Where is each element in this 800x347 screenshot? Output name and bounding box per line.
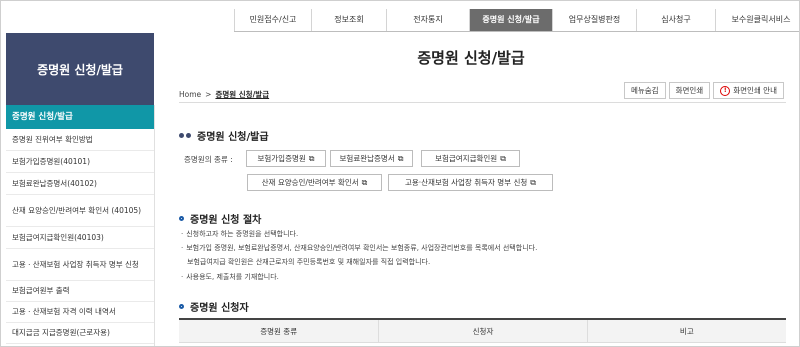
sidebar-item-benefit-ledger[interactable]: 보험급여원부 출력 — [6, 281, 154, 302]
breadcrumb-home[interactable]: Home — [179, 90, 201, 99]
cert-type-label: 증명원의 종류 : — [184, 155, 233, 164]
external-link-icon: ⧉ — [361, 177, 368, 187]
sidebar-item-medical-approval[interactable]: 산재 요양승인/반려여부 확인서 (40105) — [6, 195, 154, 227]
procedure-step: · 신청하고자 하는 증명원을 선택합니다. — [181, 230, 299, 238]
column-header-applicant: 신청자 — [379, 320, 588, 342]
alert-icon: ! — [720, 85, 731, 96]
print-button[interactable]: 화면인쇄 — [668, 82, 711, 99]
section-procedure-label: 증명원 신청 절차 — [190, 215, 262, 226]
cert-benefit-payment-label: 보험급여지급확인원 — [435, 154, 498, 163]
cert-benefit-payment-button[interactable]: 보험급여지급확인원 ⧉ — [421, 150, 520, 167]
top-nav: 민원접수/신고 정보조회 전자통지 증명원 신청/발급 업무상질병판정 심사청구… — [234, 9, 799, 31]
cert-acquirer-list-label: 고용·산재보험 사업장 취득자 명부 신청 — [404, 178, 528, 187]
sidebar-item-authenticity[interactable]: 증명원 진위여부 확인방법 — [6, 129, 154, 151]
bullet-ring-icon — [179, 304, 184, 309]
cert-insurance-join-button[interactable]: 보험가입증명원 ⧉ — [246, 150, 326, 167]
breadcrumb-current[interactable]: 증명원 신청/발급 — [215, 89, 269, 100]
sidebar-item-insurance-join[interactable]: 보험가입증명원(40101) — [6, 151, 154, 173]
section-applicant-label: 증명원 신청자 — [190, 303, 249, 314]
print-guide-button[interactable]: ! 화면인쇄 안내 — [713, 82, 784, 99]
tab-occupational-disease[interactable]: 업무상질병판정 — [552, 9, 636, 31]
procedure-step: · 사용용도, 제출처를 기재합니다. — [181, 273, 279, 281]
section-cert-apply-label: 증명원 신청/발급 — [197, 132, 269, 143]
external-link-icon: ⧉ — [500, 153, 506, 163]
external-link-icon: ⧉ — [530, 177, 537, 187]
tab-certificate[interactable]: 증명원 신청/발급 — [469, 9, 552, 31]
sidebar-item-premium-paid[interactable]: 보험료완납증명서(40102) — [6, 173, 154, 195]
print-label: 화면인쇄 — [675, 86, 704, 95]
sidebar-item-substitute-payment[interactable]: 대지급금 지급증명원(근로자용) — [6, 323, 154, 344]
external-link-icon: ⧉ — [308, 153, 315, 163]
tab-e-notice[interactable]: 전자통지 — [386, 9, 469, 31]
sidebar-item-cert-apply[interactable]: 증명원 신청/발급 — [6, 105, 154, 129]
bullet-dots-icon — [179, 133, 191, 138]
header-divider — [179, 102, 786, 103]
cert-premium-paid-label: 보험료완납증명서 — [339, 154, 395, 163]
sidebar-item-benefit-payment[interactable]: 보험급여지급확인원(40103) — [6, 227, 154, 249]
tab-review-request[interactable]: 심사청구 — [636, 9, 715, 31]
tool-buttons: 메뉴숨김 화면인쇄 ! 화면인쇄 안내 — [623, 82, 784, 99]
cert-medical-approval-label: 산재 요양승인/반려여부 확인서 — [261, 178, 359, 187]
cert-acquirer-list-button[interactable]: 고용·산재보험 사업장 취득자 명부 신청 ⧉ — [388, 174, 553, 191]
page-frame: 민원접수/신고 정보조회 전자통지 증명원 신청/발급 업무상질병판정 심사청구… — [0, 0, 800, 347]
bullet-ring-icon — [179, 216, 184, 221]
column-header-note: 비고 — [679, 326, 694, 336]
column-header-cert-type: 증명원 종류 — [179, 320, 380, 342]
breadcrumb-separator: > — [205, 90, 212, 99]
tab-civil-complaint[interactable]: 민원접수/신고 — [234, 9, 311, 31]
cert-insurance-join-label: 보험가입증명원 — [257, 154, 306, 163]
cert-medical-approval-button[interactable]: 산재 요양승인/반려여부 확인서 ⧉ — [247, 174, 382, 191]
applicant-table-header: 증명원 종류 신청자 비고 — [179, 320, 786, 343]
procedure-step: 보험급여지급 확인원은 산재근로자의 주민등록번호 및 재해일자를 직접 입력합… — [187, 258, 431, 266]
sidebar-item-acquirer-list[interactable]: 고용ㆍ산재보험 사업장 취득자 명부 신청 — [6, 249, 154, 281]
page-title: 증명원 신청/발급 — [417, 49, 525, 67]
cert-premium-paid-button[interactable]: 보험료완납증명서 ⧉ — [330, 150, 413, 167]
tab-info-inquiry[interactable]: 정보조회 — [311, 9, 386, 31]
print-guide-label: 화면인쇄 안내 — [733, 86, 777, 95]
sidebar-divider — [154, 105, 155, 346]
sidebar-item-qualification-history[interactable]: 고용ㆍ산재보험 자격 이력 내역서 — [6, 302, 154, 323]
sidebar-title: 증명원 신청/발급 — [6, 33, 154, 105]
top-nav-divider — [234, 31, 799, 32]
section-cert-apply-title: 증명원 신청/발급 — [179, 128, 269, 143]
procedure-step: · 보험가입 증명원, 보험료완납증명서, 산재요양승인/반려여부 확인서는 보험… — [181, 244, 538, 252]
section-applicant-title: 증명원 신청자 — [179, 299, 249, 314]
sidebar-menu: 증명원 신청/발급 증명원 진위여부 확인방법 보험가입증명원(40101) 보… — [6, 105, 154, 344]
external-link-icon: ⧉ — [397, 153, 404, 163]
tab-pay-oneclick[interactable]: 보수원클릭서비스 — [715, 9, 799, 31]
menu-hide-button[interactable]: 메뉴숨김 — [623, 82, 666, 99]
menu-hide-label: 메뉴숨김 — [630, 86, 659, 95]
section-procedure-title: 증명원 신청 절차 — [179, 211, 261, 226]
breadcrumb: Home > 증명원 신청/발급 — [179, 89, 269, 100]
